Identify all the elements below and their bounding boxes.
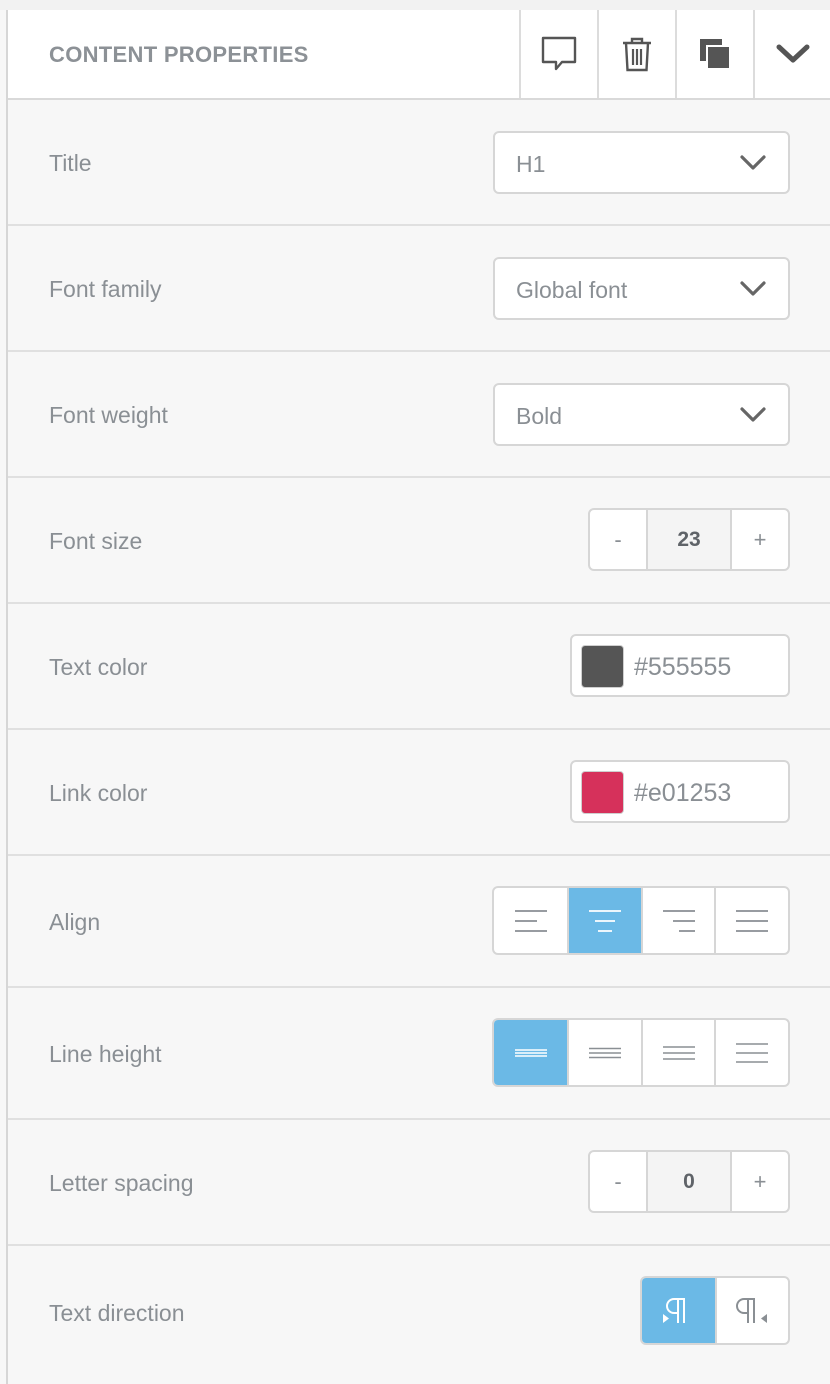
comment-icon bbox=[540, 35, 578, 73]
ltr-button[interactable] bbox=[642, 1278, 715, 1343]
font-size-stepper: - 23 + bbox=[588, 508, 790, 571]
comment-button[interactable] bbox=[519, 10, 597, 98]
line-height-normal-icon bbox=[589, 1047, 622, 1058]
ltr-icon bbox=[663, 1297, 686, 1323]
line-height-toggle-group bbox=[492, 1018, 790, 1087]
font-size-decrement-button[interactable]: - bbox=[590, 510, 646, 569]
panel-title: CONTENT PROPERTIES bbox=[49, 42, 309, 67]
chevron-down-icon bbox=[740, 155, 766, 170]
font-size-value[interactable]: 23 bbox=[646, 510, 732, 569]
content-properties-panel: CONTENT PROPERTIES Title H1 Font family … bbox=[6, 10, 830, 1384]
align-justify-button[interactable] bbox=[714, 888, 788, 953]
letter-spacing-increment-button[interactable]: + bbox=[732, 1152, 788, 1211]
line-height-normal-button[interactable] bbox=[567, 1020, 641, 1085]
chevron-down-icon bbox=[740, 281, 766, 296]
title-label: Title bbox=[49, 150, 92, 176]
delete-button[interactable] bbox=[597, 10, 675, 98]
align-toggle-group bbox=[492, 886, 790, 955]
chevron-down-icon bbox=[740, 407, 766, 422]
font-family-select[interactable]: Global font bbox=[493, 257, 790, 320]
text-color-value[interactable]: #555555 bbox=[634, 653, 731, 682]
row-title: Title H1 bbox=[8, 100, 830, 226]
align-center-icon bbox=[589, 909, 622, 932]
letter-spacing-stepper: - 0 + bbox=[588, 1150, 790, 1213]
font-family-select-value: Global font bbox=[516, 277, 628, 303]
panel-header: CONTENT PROPERTIES bbox=[8, 10, 830, 100]
align-left-icon bbox=[514, 909, 547, 932]
duplicate-icon bbox=[698, 37, 732, 71]
line-height-label: Line height bbox=[49, 1041, 162, 1067]
link-color-swatch[interactable] bbox=[581, 771, 624, 814]
line-height-loose-icon bbox=[736, 1042, 769, 1063]
title-select[interactable]: H1 bbox=[493, 131, 790, 194]
row-font-family: Font family Global font bbox=[8, 226, 830, 352]
align-left-button[interactable] bbox=[494, 888, 567, 953]
row-letter-spacing: Letter spacing - 0 + bbox=[8, 1120, 830, 1246]
align-justify-icon bbox=[736, 909, 769, 932]
font-weight-select-value: Bold bbox=[516, 403, 563, 429]
font-family-label: Font family bbox=[49, 276, 162, 302]
line-height-tight-icon bbox=[514, 1048, 547, 1057]
row-font-weight: Font weight Bold bbox=[8, 352, 830, 478]
font-weight-select[interactable]: Bold bbox=[493, 383, 790, 446]
align-center-button[interactable] bbox=[567, 888, 641, 953]
letter-spacing-decrement-button[interactable]: - bbox=[590, 1152, 646, 1211]
text-color-swatch[interactable] bbox=[581, 645, 624, 688]
row-font-size: Font size - 23 + bbox=[8, 478, 830, 604]
chevron-down-icon bbox=[776, 43, 810, 65]
font-size-label: Font size bbox=[49, 528, 143, 554]
align-right-button[interactable] bbox=[640, 888, 715, 953]
line-height-relaxed-button[interactable] bbox=[640, 1020, 715, 1085]
collapse-button[interactable] bbox=[753, 10, 830, 98]
link-color-value[interactable]: #e01253 bbox=[634, 779, 731, 808]
title-select-value: H1 bbox=[516, 151, 546, 177]
top-strip bbox=[0, 0, 830, 10]
letter-spacing-value[interactable]: 0 bbox=[646, 1152, 732, 1211]
font-weight-label: Font weight bbox=[49, 402, 168, 428]
rtl-icon bbox=[736, 1297, 768, 1323]
duplicate-button[interactable] bbox=[675, 10, 753, 98]
row-line-height: Line height bbox=[8, 988, 830, 1120]
letter-spacing-label: Letter spacing bbox=[49, 1170, 194, 1196]
line-height-loose-button[interactable] bbox=[714, 1020, 788, 1085]
link-color-picker[interactable]: #e01253 bbox=[570, 760, 790, 823]
line-height-tight-button[interactable] bbox=[494, 1020, 568, 1085]
text-color-label: Text color bbox=[49, 654, 148, 680]
row-text-color: Text color #555555 bbox=[8, 604, 830, 730]
rtl-button[interactable] bbox=[714, 1278, 788, 1343]
text-direction-toggle-group bbox=[640, 1276, 790, 1345]
trash-icon bbox=[621, 36, 653, 72]
align-label: Align bbox=[49, 909, 101, 935]
text-direction-label: Text direction bbox=[49, 1300, 185, 1326]
line-height-relaxed-icon bbox=[662, 1045, 695, 1060]
align-right-icon bbox=[662, 909, 695, 932]
row-text-direction: Text direction bbox=[8, 1246, 830, 1378]
row-link-color: Link color #e01253 bbox=[8, 730, 830, 856]
link-color-label: Link color bbox=[49, 780, 148, 806]
text-color-picker[interactable]: #555555 bbox=[570, 634, 790, 697]
row-align: Align bbox=[8, 856, 830, 988]
font-size-increment-button[interactable]: + bbox=[732, 510, 788, 569]
